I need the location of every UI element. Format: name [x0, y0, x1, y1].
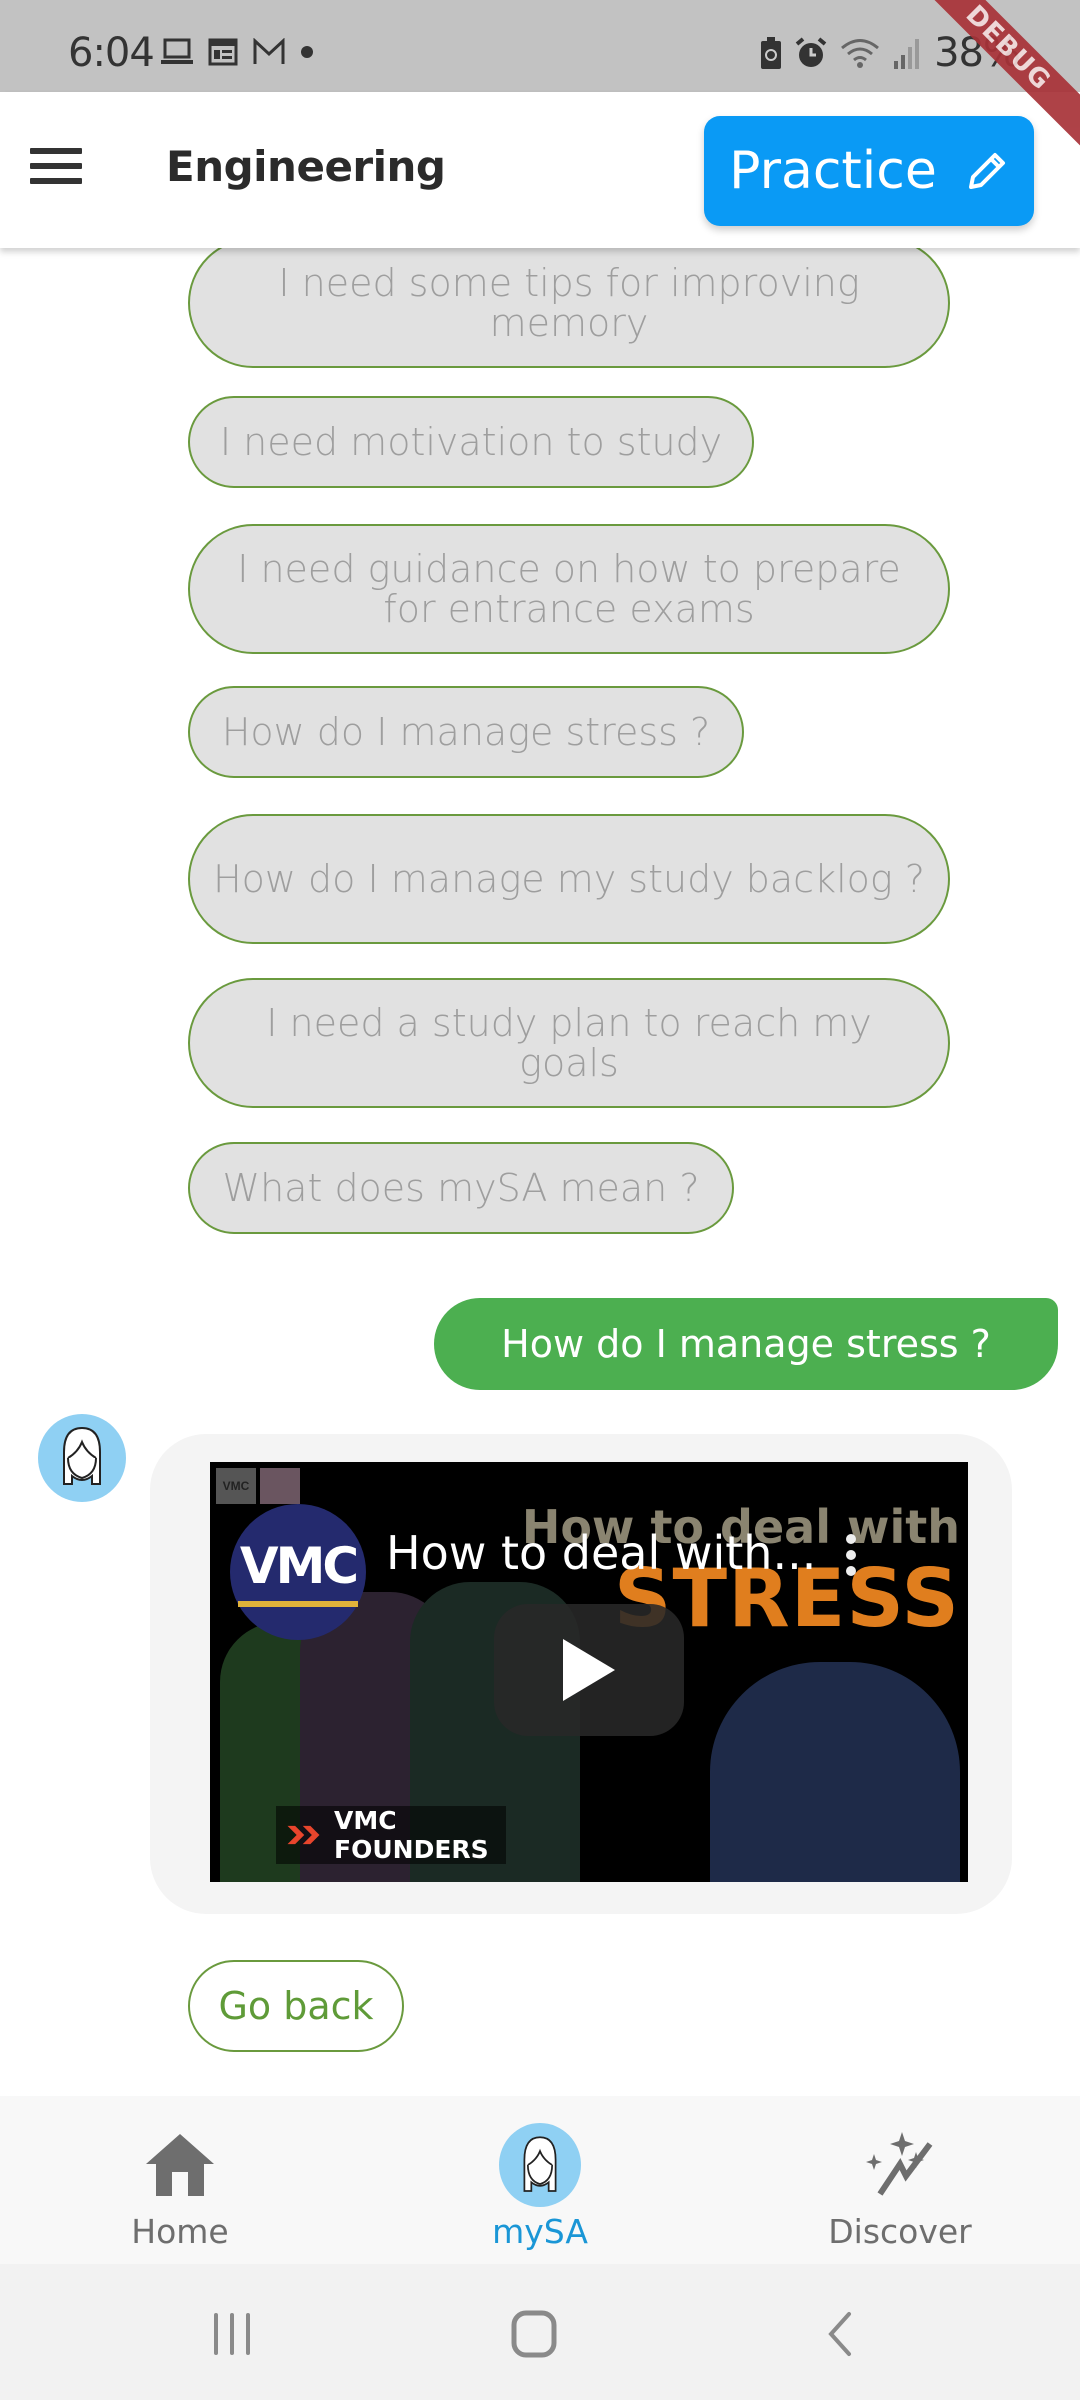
nav-label: mySA — [492, 2212, 588, 2251]
back-chevron-icon — [828, 2312, 851, 2356]
thumbnail-badge: VMC FOUNDERS — [276, 1806, 506, 1864]
video-title: How to deal with... — [386, 1526, 817, 1580]
bottom-navigation: Home mySA Discover — [0, 2096, 1080, 2264]
bot-message-bubble: VMC How to deal with STRESS VMC How to d… — [150, 1434, 1012, 1914]
thumbnail-student — [710, 1662, 960, 1882]
laptop-icon — [161, 38, 193, 64]
video-player[interactable]: VMC How to deal with STRESS VMC How to d… — [210, 1462, 968, 1882]
app-bar: Engineering Practice — [0, 92, 1080, 248]
nav-label: Home — [131, 2212, 229, 2251]
assistant-avatar-icon — [38, 1414, 126, 1502]
hamburger-menu-icon[interactable] — [30, 148, 82, 188]
assistant-avatar-icon — [499, 2123, 581, 2207]
chat-area[interactable]: I need some tips for improving memory I … — [0, 248, 1080, 2098]
channel-logo[interactable]: VMC — [230, 1504, 366, 1640]
alarm-icon — [795, 37, 827, 67]
recent-apps-button[interactable] — [192, 2304, 272, 2364]
pencil-icon — [968, 153, 1005, 189]
dot-icon — [301, 46, 313, 58]
play-icon — [563, 1639, 615, 1701]
practice-button[interactable]: Practice — [704, 116, 1034, 226]
sparkle-trend-icon — [866, 2132, 933, 2196]
status-bar: 6:04 38% — [0, 0, 1080, 92]
status-time: 6:04 — [68, 30, 155, 76]
user-message-bubble: How do I manage stress ? — [434, 1298, 1058, 1390]
nav-item-mysa[interactable]: mySA — [420, 2096, 660, 2264]
nav-item-home[interactable]: Home — [60, 2096, 300, 2264]
thumbnail-small-logos: VMC — [216, 1468, 300, 1504]
nav-item-discover[interactable]: Discover — [780, 2096, 1020, 2264]
suggestion-chip[interactable]: How do I manage my study backlog ? — [188, 814, 950, 944]
suggestion-chip[interactable]: I need a study plan to reach my goals — [188, 978, 950, 1108]
system-navigation-bar — [0, 2264, 1080, 2400]
recent-apps-icon — [214, 2313, 250, 2355]
signal-icon — [894, 39, 920, 69]
calendar-icon — [208, 38, 238, 66]
go-back-button[interactable]: Go back — [188, 1960, 404, 2052]
gmail-icon — [253, 38, 285, 64]
page-title: Engineering — [166, 142, 446, 191]
home-square-icon — [511, 2310, 557, 2358]
suggestion-chip[interactable]: I need motivation to study — [188, 396, 754, 488]
wifi-icon — [841, 39, 880, 68]
more-options-icon[interactable] — [846, 1534, 858, 1582]
practice-label: Practice — [729, 141, 937, 201]
back-button[interactable] — [800, 2304, 880, 2364]
chevrons-icon — [287, 1825, 320, 1845]
nav-label: Discover — [828, 2212, 972, 2251]
suggestion-chip[interactable]: I need guidance on how to prepare for en… — [188, 524, 950, 654]
suggestion-chip[interactable]: What does mySA mean ? — [188, 1142, 734, 1234]
suggestion-chip[interactable]: How do I manage stress ? — [188, 686, 744, 778]
suggestion-chip[interactable]: I need some tips for improving memory — [188, 248, 950, 368]
battery-saver-icon — [761, 37, 782, 69]
notification-icons — [160, 38, 314, 66]
play-button[interactable] — [494, 1604, 684, 1736]
home-button[interactable] — [494, 2304, 574, 2364]
home-icon — [146, 2134, 214, 2196]
